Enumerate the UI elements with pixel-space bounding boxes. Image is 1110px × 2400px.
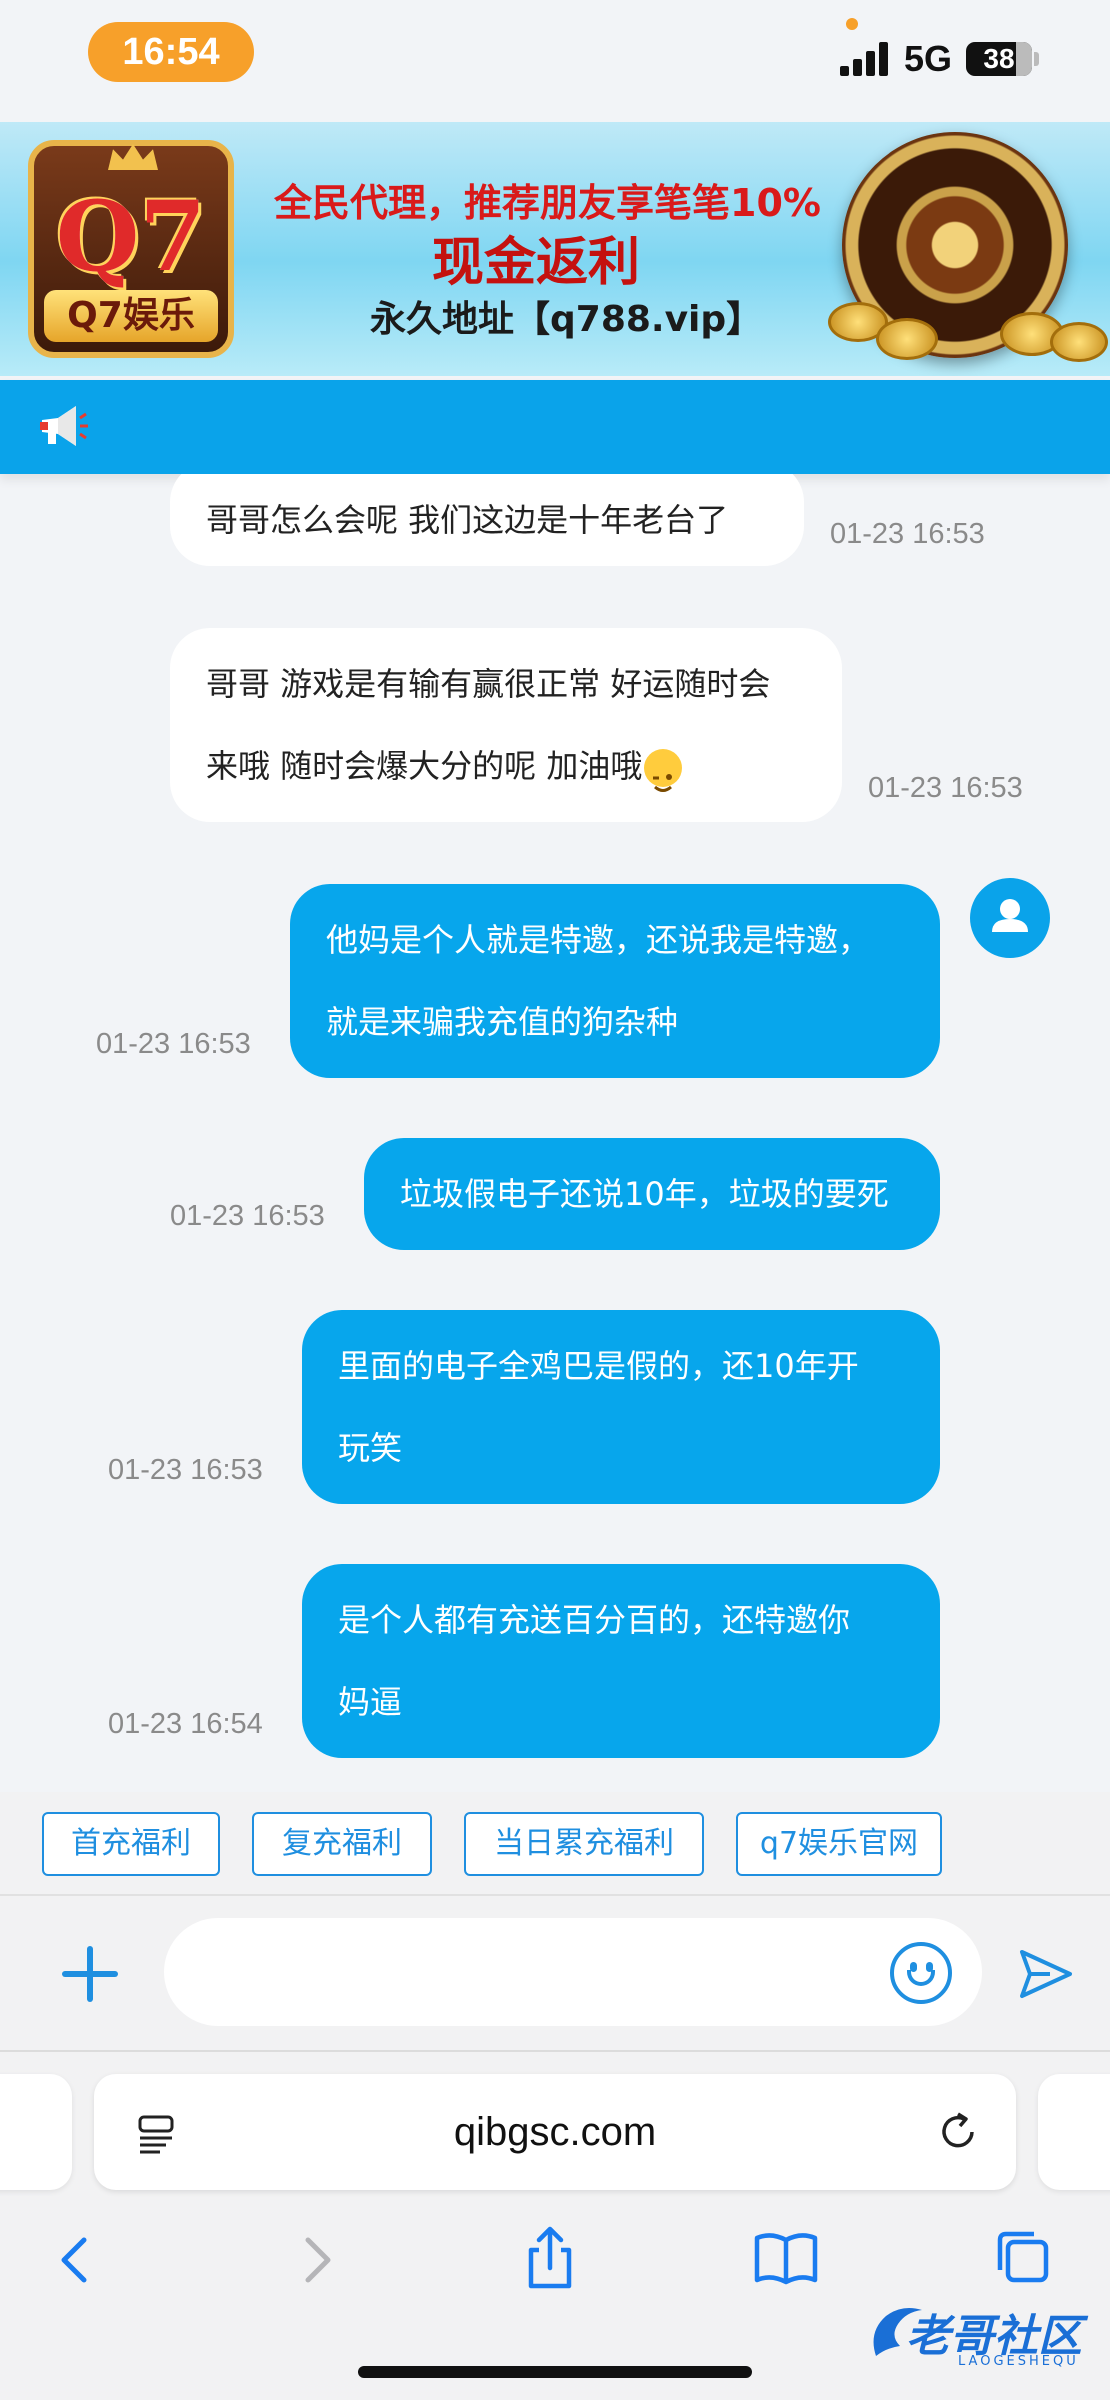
message-text: 他妈是个人就是特邀，还说我是特邀， bbox=[326, 921, 871, 959]
logo-brand: Q7娱乐 bbox=[44, 290, 218, 342]
signal-icon bbox=[840, 42, 890, 76]
message-time: 01-23 16:53 bbox=[108, 1454, 263, 1486]
next-tab-preview[interactable] bbox=[1038, 2074, 1110, 2190]
watermark-logo: 老哥社区 LAOGESHEQU bbox=[866, 2296, 1096, 2372]
bookmarks-icon[interactable] bbox=[751, 2224, 821, 2294]
user-avatar-icon[interactable] bbox=[970, 878, 1050, 958]
message-time: 01-23 16:53 bbox=[868, 772, 1023, 804]
reload-icon[interactable] bbox=[936, 2110, 982, 2156]
coin-image bbox=[876, 318, 938, 360]
message-time: 01-23 16:53 bbox=[170, 1200, 325, 1232]
message-text: 就是来骗我充值的狗杂种 bbox=[326, 1003, 679, 1041]
q7-logo: Q7 Q7娱乐 bbox=[28, 140, 234, 358]
quick-replies: 首充福利 复充福利 当日累充福利 q7娱乐官网 bbox=[0, 1792, 1110, 1896]
share-icon[interactable] bbox=[515, 2224, 585, 2294]
chat-messages[interactable]: 哥哥怎么会呢 我们这边是十年老台了 01-23 16:53 哥哥 游戏是有输有赢… bbox=[0, 474, 1110, 1792]
banner-address: 永久地址【q788.vip】 bbox=[370, 299, 763, 340]
logo-text: Q7 bbox=[55, 180, 207, 293]
wink-emoji-icon bbox=[644, 749, 683, 792]
promo-banner[interactable]: Q7 Q7娱乐 全民代理，推荐朋友享笔笔10% 现金返利 永久地址【q788.v… bbox=[0, 122, 1110, 376]
watermark-subtext: LAOGESHEQU bbox=[958, 2354, 1079, 2369]
send-icon[interactable] bbox=[1016, 1944, 1076, 2004]
status-bar: 16:54 5G 38 bbox=[0, 0, 1110, 120]
home-indicator[interactable] bbox=[358, 2366, 752, 2378]
message-time: 01-23 16:53 bbox=[96, 1028, 251, 1060]
smiley-icon[interactable] bbox=[890, 1942, 952, 2004]
message-input[interactable] bbox=[164, 1918, 982, 2026]
crown-icon bbox=[108, 144, 158, 170]
back-icon[interactable] bbox=[40, 2224, 110, 2294]
message-bubble-outgoing: 垃圾假电子还说10年，垃圾的要死 bbox=[364, 1138, 940, 1250]
banner-title: 现金返利 bbox=[432, 233, 641, 293]
message-bubble-outgoing: 他妈是个人就是特邀，还说我是特邀， 就是来骗我充值的狗杂种 bbox=[290, 884, 940, 1078]
message-text: 玩笑 bbox=[338, 1429, 403, 1467]
message-text: 里面的电子全鸡巴是假的，还10年开 bbox=[338, 1347, 859, 1385]
message-text: 来哦 随时会爆大分的呢 加油哦 bbox=[206, 747, 643, 785]
previous-tab-preview[interactable] bbox=[0, 2074, 72, 2190]
message-bubble-outgoing: 里面的电子全鸡巴是假的，还10年开 玩笑 bbox=[302, 1310, 940, 1504]
message-text: 哥哥怎么会呢 我们这边是十年老台了 bbox=[206, 501, 729, 539]
battery-icon: 38 bbox=[966, 42, 1032, 76]
network-type: 5G bbox=[904, 38, 953, 79]
status-time: 16:54 bbox=[88, 22, 254, 82]
message-time: 01-23 16:54 bbox=[108, 1708, 263, 1740]
address-bar[interactable]: qibgsc.com bbox=[94, 2074, 1016, 2190]
url-text: qibgsc.com bbox=[453, 2110, 657, 2154]
message-text: 妈逼 bbox=[338, 1683, 403, 1721]
tabs-icon[interactable] bbox=[986, 2224, 1056, 2294]
message-bubble-outgoing: 是个人都有充送百分百的，还特邀你 妈逼 bbox=[302, 1564, 940, 1758]
megaphone-icon bbox=[40, 406, 88, 446]
battery-level: 38 bbox=[983, 43, 1015, 74]
message-text: 是个人都有充送百分百的，还特邀你 bbox=[338, 1601, 851, 1639]
forward-icon[interactable] bbox=[282, 2224, 352, 2294]
plus-icon[interactable] bbox=[58, 1942, 122, 2006]
quick-reply-daily-deposit[interactable]: 当日累充福利 bbox=[464, 1812, 704, 1876]
quick-reply-redeposit[interactable]: 复充福利 bbox=[252, 1812, 432, 1876]
quick-reply-official-site[interactable]: q7娱乐官网 bbox=[736, 1812, 942, 1876]
message-bubble-incoming: 哥哥 游戏是有输有赢很正常 好运随时会 来哦 随时会爆大分的呢 加油哦 bbox=[170, 628, 842, 822]
message-text: 哥哥 游戏是有输有赢很正常 好运随时会 bbox=[206, 665, 771, 703]
message-time: 01-23 16:53 bbox=[830, 518, 985, 550]
message-text: 垃圾假电子还说10年，垃圾的要死 bbox=[400, 1175, 889, 1213]
notice-bar[interactable] bbox=[0, 380, 1110, 474]
coin-image bbox=[1050, 322, 1108, 362]
message-input-bar bbox=[0, 1896, 1110, 2052]
banner-headline: 全民代理，推荐朋友享笔笔10% bbox=[274, 181, 821, 225]
mic-indicator-dot bbox=[846, 18, 858, 30]
quick-reply-first-deposit[interactable]: 首充福利 bbox=[42, 1812, 220, 1876]
message-bubble-incoming: 哥哥怎么会呢 我们这边是十年老台了 bbox=[170, 474, 804, 566]
